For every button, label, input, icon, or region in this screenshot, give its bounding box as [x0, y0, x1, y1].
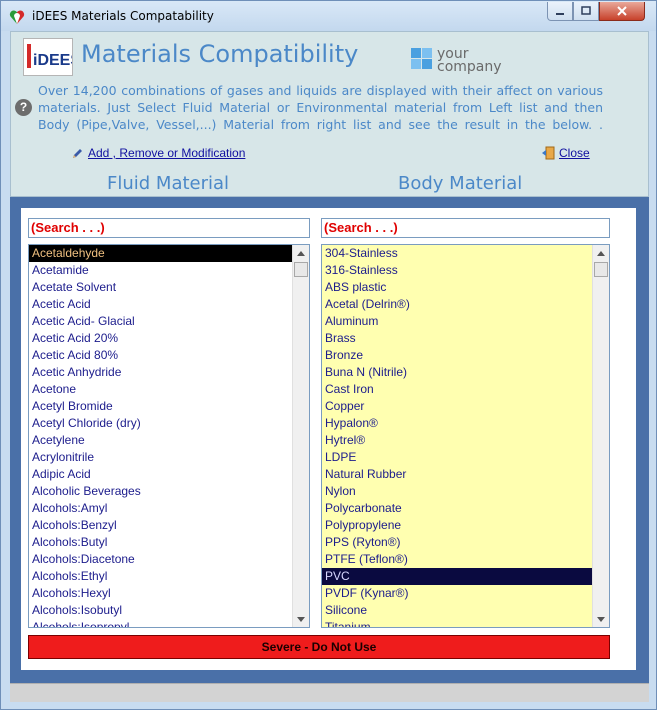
fluid-list-item[interactable]: Acetic Acid 20%: [29, 330, 292, 347]
body-list-item[interactable]: Silicone: [322, 602, 592, 619]
body-list-item[interactable]: Buna N (Nitrile): [322, 364, 592, 381]
fluid-list-item[interactable]: Alcohols:Amyl: [29, 500, 292, 517]
fluid-list-item[interactable]: Alcohols:Diacetone: [29, 551, 292, 568]
fluid-list-item[interactable]: Acetaldehyde: [29, 245, 292, 262]
fluid-list-item[interactable]: Alcohols:Benzyl: [29, 517, 292, 534]
body-scroll-thumb[interactable]: [594, 262, 608, 277]
body-list-item[interactable]: Brass: [322, 330, 592, 347]
fluid-list-item[interactable]: Acetic Acid- Glacial: [29, 313, 292, 330]
company-logo-icon: [411, 48, 432, 69]
question-icon[interactable]: ?: [15, 99, 32, 116]
body-scrollbar[interactable]: [592, 245, 609, 627]
body-scroll-down-button[interactable]: [593, 611, 609, 627]
fluid-list-item[interactable]: Alcohols:Isobutyl: [29, 602, 292, 619]
app-window: iDEES Materials Compatability iDEES Mate…: [0, 0, 657, 710]
header-panel: iDEES Materials Compatibility your compa…: [10, 31, 649, 197]
fluid-list-item[interactable]: Acetic Acid 80%: [29, 347, 292, 364]
body-list-item[interactable]: PVC: [322, 568, 592, 585]
body-list-item[interactable]: PVDF (Kynar®): [322, 585, 592, 602]
company-logo: your company: [411, 47, 511, 78]
fluid-list-item[interactable]: Acrylonitrile: [29, 449, 292, 466]
fluid-list-item[interactable]: Alcohols:Isopropyl: [29, 619, 292, 627]
fluid-list-item[interactable]: Acetate Solvent: [29, 279, 292, 296]
status-footer: [10, 683, 649, 702]
close-icon: [617, 6, 627, 16]
fluid-list-item[interactable]: Acetic Acid: [29, 296, 292, 313]
body-list-item[interactable]: Hytrel®: [322, 432, 592, 449]
minimize-icon: [556, 13, 564, 15]
title-bar[interactable]: iDEES Materials Compatability: [1, 1, 656, 31]
app-icon: [9, 10, 25, 24]
body-scroll-up-button[interactable]: [593, 245, 609, 261]
maximize-icon: [581, 6, 591, 15]
body-list-item[interactable]: 316-Stainless: [322, 262, 592, 279]
body-list-item[interactable]: PPS (Ryton®): [322, 534, 592, 551]
maximize-button[interactable]: [573, 2, 599, 21]
body-list-item[interactable]: Aluminum: [322, 313, 592, 330]
fluid-list-item[interactable]: Acetyl Bromide: [29, 398, 292, 415]
fluid-list-item[interactable]: Adipic Acid: [29, 466, 292, 483]
body-material-list[interactable]: 304-Stainless 316-Stainless ABS plastic Ace…: [321, 244, 610, 628]
add-remove-link-label: Add , Remove or Modification: [88, 146, 246, 160]
body-material-heading: Body Material: [398, 173, 523, 194]
window-title: iDEES Materials Compatability: [32, 9, 214, 23]
add-remove-link[interactable]: Add , Remove or Modification: [71, 146, 245, 160]
fluid-list-item[interactable]: Alcoholic Beverages: [29, 483, 292, 500]
close-link[interactable]: Close: [541, 146, 590, 160]
close-link-label: Close: [559, 146, 590, 160]
content-panel: (Search . . .) (Search . . .) Acetaldehy…: [21, 208, 636, 670]
chevron-down-icon: [297, 616, 305, 622]
fluid-list-item[interactable]: Alcohols:Ethyl: [29, 568, 292, 585]
body-list-item[interactable]: Polypropylene: [322, 517, 592, 534]
fluid-list-item[interactable]: Acetylene: [29, 432, 292, 449]
company-text-line2: company: [437, 59, 502, 75]
fluid-scroll-thumb[interactable]: [294, 262, 308, 277]
body-list-item[interactable]: 304-Stainless: [322, 245, 592, 262]
description-text: Over 14,200 combinations of gases and li…: [38, 83, 603, 132]
fluid-material-heading: Fluid Material: [107, 173, 230, 194]
exit-door-icon: [542, 146, 555, 160]
fluid-scrollbar[interactable]: [292, 245, 309, 627]
fluid-search-input[interactable]: (Search . . .): [28, 218, 310, 238]
body-list-item[interactable]: Bronze: [322, 347, 592, 364]
minimize-button[interactable]: [547, 2, 573, 21]
fluid-scroll-up-button[interactable]: [293, 245, 309, 261]
fluid-list-item[interactable]: Acetyl Chloride (dry): [29, 415, 292, 432]
body-search-input[interactable]: (Search . . .): [321, 218, 610, 238]
fluid-list-item[interactable]: Acetamide: [29, 262, 292, 279]
fluid-list-item[interactable]: Acetone: [29, 381, 292, 398]
logo-text: iDEES: [33, 52, 72, 69]
body-list-item[interactable]: LDPE: [322, 449, 592, 466]
body-list-item[interactable]: ABS plastic: [322, 279, 592, 296]
fluid-list-item[interactable]: Alcohols:Hexyl: [29, 585, 292, 602]
fluid-list-item[interactable]: Acetic Anhydride: [29, 364, 292, 381]
idees-logo: iDEES: [23, 38, 81, 76]
body-list-item[interactable]: Copper: [322, 398, 592, 415]
content-frame: (Search . . .) (Search . . .) Acetaldehy…: [10, 197, 649, 683]
body-list-item[interactable]: Nylon: [322, 483, 592, 500]
compatibility-result: Severe - Do Not Use: [28, 635, 610, 659]
body-list-item[interactable]: Natural Rubber: [322, 466, 592, 483]
body-list-item[interactable]: Hypalon®: [322, 415, 592, 432]
page-title: Materials Compatibility: [81, 40, 359, 68]
fluid-material-list[interactable]: Acetaldehyde Acetamide Acetate Solvent Acet…: [28, 244, 310, 628]
pencil-icon: [73, 148, 82, 158]
body-list-item[interactable]: Polycarbonate: [322, 500, 592, 517]
body-list-item[interactable]: PTFE (Teflon®): [322, 551, 592, 568]
chevron-down-icon: [597, 616, 605, 622]
body-list-item[interactable]: Cast Iron: [322, 381, 592, 398]
fluid-list-item[interactable]: Alcohols:Butyl: [29, 534, 292, 551]
chevron-up-icon: [597, 250, 605, 256]
close-window-button[interactable]: [599, 2, 645, 21]
chevron-up-icon: [297, 250, 305, 256]
body-list-item[interactable]: Acetal (Delrin®): [322, 296, 592, 313]
fluid-scroll-down-button[interactable]: [293, 611, 309, 627]
body-list-item[interactable]: Titanium: [322, 619, 592, 627]
